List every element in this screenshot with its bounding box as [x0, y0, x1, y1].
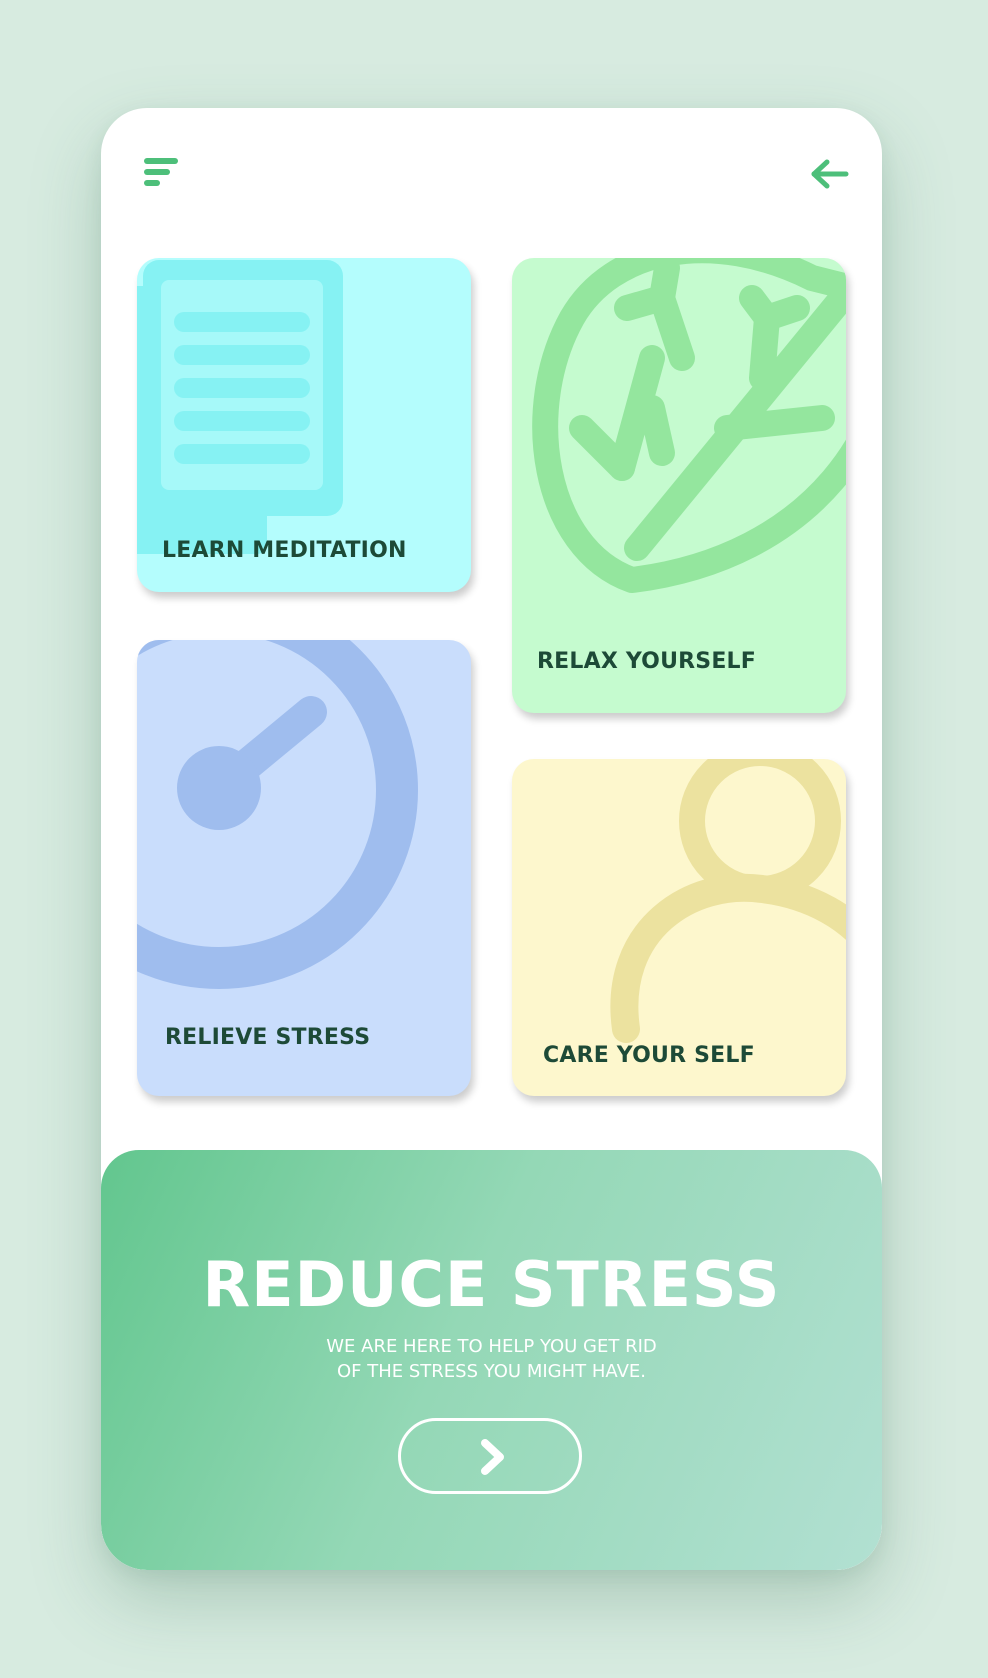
card-label: RELIEVE STRESS [165, 1025, 371, 1050]
card-relax-yourself[interactable]: RELAX YOURSELF [512, 258, 846, 713]
card-label: CARE YOUR SELF [543, 1043, 755, 1068]
leaf-icon [532, 258, 846, 593]
banner-title: REDUCE STRESS [202, 1248, 781, 1321]
arrow-left-icon[interactable] [808, 154, 852, 194]
banner-subtitle: WE ARE HERE TO HELP YOU GET RID OF THE S… [101, 1334, 882, 1384]
banner-subtitle-line: WE ARE HERE TO HELP YOU GET RID [326, 1336, 657, 1357]
card-care-your-self[interactable]: CARE YOUR SELF [512, 759, 846, 1096]
card-learn-meditation[interactable]: LEARN MEDITATION [137, 258, 471, 592]
banner-subtitle-line: OF THE STRESS YOU MIGHT HAVE. [337, 1361, 646, 1382]
card-relieve-stress[interactable]: RELIEVE STRESS [137, 640, 471, 1096]
phone-screen: LEARN MEDITATION RELAX YOURSELF RELIEVE … [101, 108, 882, 1570]
menu-icon[interactable] [143, 154, 183, 194]
card-label: RELAX YOURSELF [537, 649, 757, 674]
card-label: LEARN MEDITATION [162, 538, 407, 563]
reduce-stress-banner: REDUCE STRESS WE ARE HERE TO HELP YOU GE… [101, 1150, 882, 1570]
next-button[interactable] [398, 1418, 582, 1494]
chevron-right-icon [481, 1439, 504, 1475]
